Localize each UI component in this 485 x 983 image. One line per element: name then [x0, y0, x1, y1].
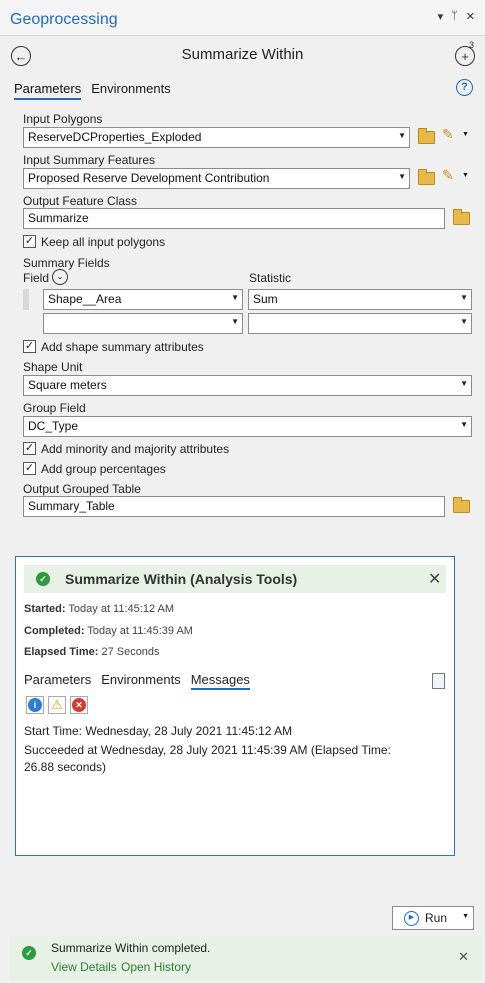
add-badge: 3 [469, 40, 475, 50]
chevron-down-icon: ▼ [231, 317, 239, 326]
message-succeeded: Succeeded at Wednesday, 28 July 2021 11:… [24, 743, 391, 774]
input-summary-value: Proposed Reserve Development Contributio… [28, 171, 270, 185]
input-summary-label: Input Summary Features [23, 153, 156, 167]
output-grouped-label: Output Grouped Table [23, 482, 141, 496]
folder-icon[interactable] [418, 169, 435, 185]
error-icon: ✕ [72, 698, 86, 712]
output-fc-value: Summarize [28, 211, 89, 225]
started-line: Started: Today at 11:45:12 AM [24, 603, 175, 615]
message-filters: i ⚠ ✕ [26, 696, 88, 714]
tab-parameters[interactable]: Parameters [14, 81, 82, 100]
output-fc-label: Output Feature Class [23, 194, 138, 208]
summary-fields-label: Summary Fields [23, 256, 110, 270]
pencil-icon[interactable]: ✎ [442, 167, 454, 184]
warning-icon: ⚠ [51, 697, 63, 712]
success-icon: ✓ [22, 946, 36, 960]
folder-icon[interactable] [453, 209, 470, 225]
input-summary-select[interactable]: Proposed Reserve Development Contributio… [23, 168, 410, 189]
elapsed-line: Elapsed Time: 27 Seconds [24, 646, 160, 658]
minority-majority-label: Add minority and majority attributes [41, 442, 230, 456]
pane-titlebar: Geoprocessing ▾ ᛘ ✕ [0, 0, 485, 36]
group-percentages-checkbox[interactable]: ✓ [23, 462, 36, 475]
pane-menu-icon[interactable]: ▾ [438, 10, 444, 23]
input-polygons-select[interactable]: ReserveDCProperties_Exploded ▼ [23, 127, 410, 148]
chevron-down-icon[interactable]: ▼ [462, 172, 469, 179]
pane-title: Geoprocessing [10, 11, 118, 28]
chevron-down-icon: ▼ [460, 379, 468, 388]
chevron-down-icon: ▼ [231, 293, 239, 302]
completed-line: Completed: Today at 11:45:39 AM [24, 625, 193, 637]
shape-unit-value: Square meters [28, 378, 107, 392]
output-grouped-value: Summary_Table [28, 499, 115, 513]
pencil-icon[interactable]: ✎ [442, 126, 454, 143]
status-notification: ✓ Summarize Within completed. View Detai… [10, 936, 482, 980]
chevron-down-icon: ▼ [460, 420, 468, 429]
minority-majority-checkbox[interactable]: ✓ [23, 442, 36, 455]
shape-unit-label: Shape Unit [23, 360, 83, 374]
result-header: ✓ Summarize Within (Analysis Tools) ✕ [24, 565, 446, 593]
dismiss-status-button[interactable]: ✕ [458, 949, 469, 965]
view-details-link[interactable]: View Details [51, 960, 117, 974]
expand-fields-icon[interactable]: ⌄ [52, 269, 68, 285]
info-filter-button[interactable]: i [26, 696, 44, 714]
result-tab-messages[interactable]: Messages [190, 672, 250, 690]
output-grouped-input[interactable]: Summary_Table [23, 496, 445, 517]
output-fc-input[interactable]: Summarize [23, 208, 445, 229]
result-tab-environments[interactable]: Environments [101, 672, 180, 690]
statistic-select-row2[interactable]: ▼ [248, 313, 472, 334]
result-tabs: Parameters Environments Messages [24, 672, 250, 690]
group-field-select[interactable]: DC_Type ▼ [23, 416, 472, 437]
open-history-link[interactable]: Open History [121, 960, 191, 974]
input-polygons-label: Input Polygons [23, 112, 103, 126]
run-label: Run [425, 911, 448, 925]
input-polygons-value: ReserveDCProperties_Exploded [28, 130, 202, 144]
field-select-row1[interactable]: Shape__Area ▼ [43, 289, 243, 310]
chevron-down-icon: ▼ [398, 172, 406, 181]
info-icon: i [28, 698, 42, 712]
folder-icon[interactable] [418, 128, 435, 144]
play-icon: ▶ [404, 910, 419, 926]
shape-unit-select[interactable]: Square meters ▼ [23, 375, 472, 396]
keep-all-checkbox[interactable]: ✓ [23, 235, 36, 248]
close-result-button[interactable]: ✕ [428, 569, 441, 589]
chevron-down-icon: ▼ [398, 131, 406, 140]
group-percentages-label: Add group percentages [41, 462, 166, 476]
result-tab-parameters[interactable]: Parameters [24, 672, 91, 690]
folder-icon[interactable] [453, 497, 470, 513]
message-start: Start Time: Wednesday, 28 July 2021 11:4… [24, 724, 293, 738]
row-handle[interactable] [23, 289, 29, 310]
chevron-down-icon: ▼ [460, 293, 468, 302]
tab-environments[interactable]: Environments [91, 81, 170, 100]
copy-icon[interactable] [432, 673, 445, 689]
chevron-down-icon: ▼ [460, 317, 468, 326]
field-row1-value: Shape__Area [48, 292, 122, 306]
result-title: Summarize Within (Analysis Tools) [65, 571, 298, 587]
group-field-value: DC_Type [28, 419, 79, 433]
tool-title: Summarize Within [181, 46, 304, 63]
chevron-down-icon[interactable]: ▼ [462, 913, 469, 920]
add-shape-checkbox[interactable]: ✓ [23, 340, 36, 353]
tool-tabs: Parameters Environments [14, 81, 171, 100]
run-button[interactable]: ▶ Run ▼ [392, 906, 474, 930]
pin-icon[interactable]: ᛘ [451, 10, 458, 23]
field-column-label: Field [23, 271, 50, 285]
keep-all-label: Keep all input polygons [41, 235, 166, 249]
add-shape-label: Add shape summary attributes [41, 340, 204, 354]
statistic-select-row1[interactable]: Sum ▼ [248, 289, 472, 310]
warning-filter-button[interactable]: ⚠ [48, 696, 66, 714]
field-select-row2[interactable]: ▼ [43, 313, 243, 334]
titlebar-controls: ▾ ᛘ ✕ [438, 10, 475, 23]
stat-row1-value: Sum [253, 292, 278, 306]
error-filter-button[interactable]: ✕ [70, 696, 88, 714]
statistic-column-label: Statistic [249, 271, 292, 285]
chevron-down-icon[interactable]: ▼ [462, 131, 469, 138]
success-icon: ✓ [36, 572, 50, 586]
result-panel: ✓ Summarize Within (Analysis Tools) ✕ St… [15, 556, 455, 856]
help-button[interactable]: ? [456, 79, 473, 96]
close-icon[interactable]: ✕ [466, 10, 475, 23]
add-icon: + [461, 48, 469, 64]
group-field-label: Group Field [23, 401, 86, 415]
status-text: Summarize Within completed. [51, 941, 211, 955]
